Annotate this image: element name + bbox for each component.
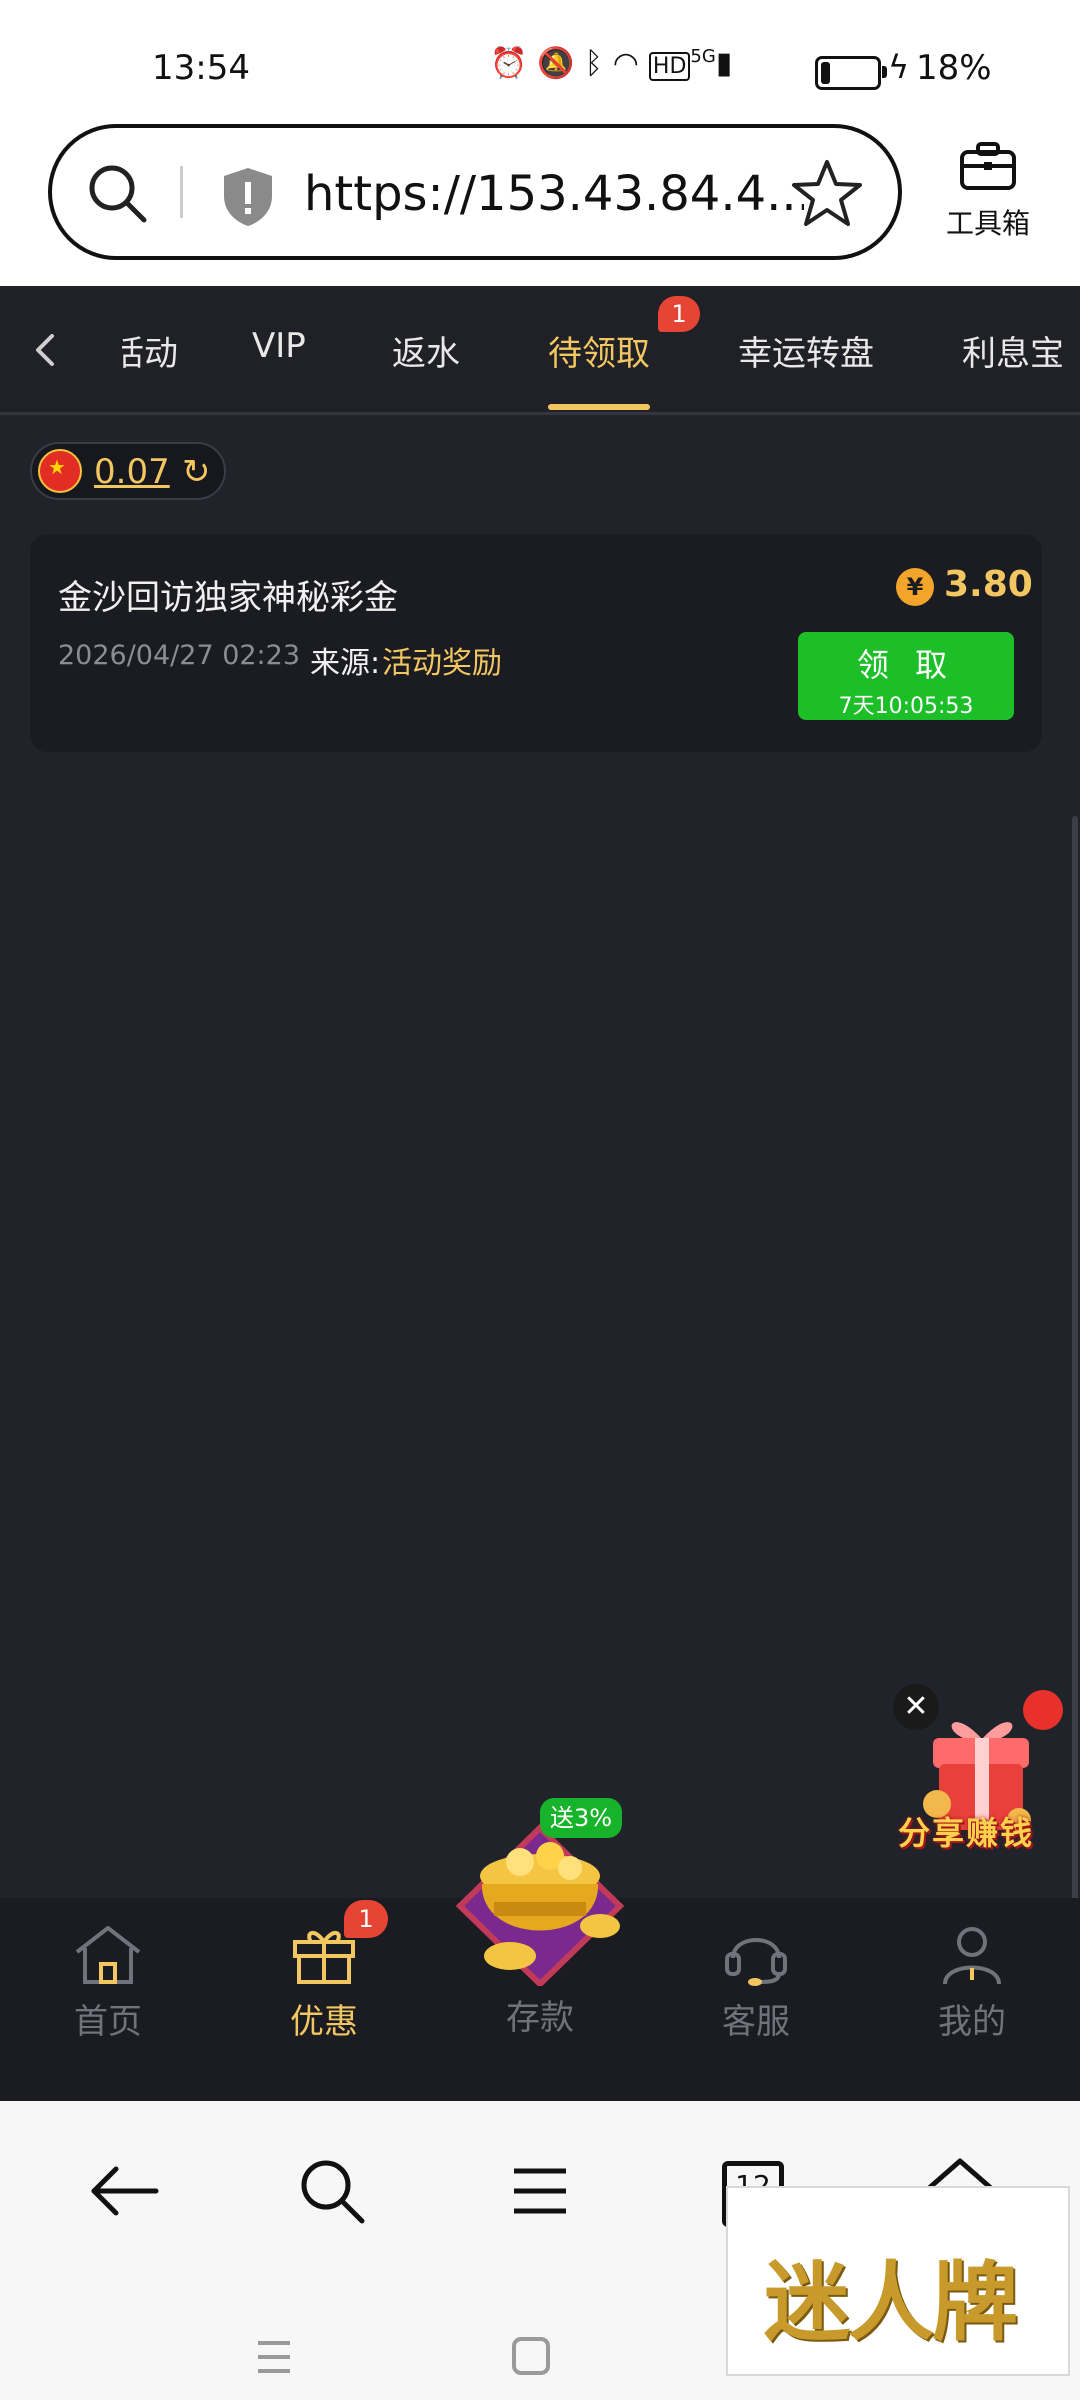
hd-icon: HD bbox=[648, 52, 691, 81]
nav-profile[interactable]: 我的 bbox=[892, 1922, 1052, 2043]
tab-badge: 1 bbox=[658, 296, 700, 332]
address-bar[interactable]: https://153.43.84.4... bbox=[48, 124, 902, 260]
shield-icon[interactable] bbox=[220, 166, 276, 228]
tab-pending-claim[interactable]: 待领取 bbox=[548, 326, 650, 375]
search-icon[interactable] bbox=[292, 2151, 372, 2231]
toolbox-icon bbox=[960, 142, 1016, 190]
nav-promotions[interactable]: 优惠 bbox=[244, 1922, 404, 2043]
active-tab-indicator bbox=[548, 404, 650, 410]
watermark-text: 迷人牌 bbox=[764, 2252, 1018, 2353]
search-icon[interactable] bbox=[82, 158, 152, 228]
nav-support-label: 客服 bbox=[722, 2002, 790, 2042]
coin-icon: ¥ bbox=[896, 568, 934, 606]
tab-interest[interactable]: 利息宝 bbox=[962, 326, 1064, 375]
headset-icon bbox=[725, 1938, 787, 1986]
alarm-icon: ⏰ bbox=[490, 46, 538, 81]
watermark-logo: 迷人牌 bbox=[726, 2186, 1070, 2376]
claim-countdown: 7天10:05:53 bbox=[838, 694, 974, 719]
china-flag-icon: ★ bbox=[38, 449, 82, 493]
network-label: 5G bbox=[690, 46, 716, 67]
recent-apps-icon[interactable] bbox=[234, 2317, 314, 2397]
balance-amount[interactable]: 0.07 bbox=[94, 452, 170, 492]
tab-rebate[interactable]: 返水 bbox=[392, 326, 460, 375]
back-arrow-icon[interactable] bbox=[84, 2151, 164, 2231]
nav-home-label: 首页 bbox=[74, 2002, 142, 2042]
bookmark-star-icon[interactable] bbox=[790, 156, 864, 230]
refresh-icon[interactable]: ↻ bbox=[182, 452, 211, 492]
claim-button[interactable]: 领 取 7天10:05:53 bbox=[798, 632, 1014, 720]
share-earn-label[interactable]: 分享赚钱 bbox=[898, 1808, 1034, 1854]
status-bar: 13:54 ⏰🔕ᛒ◠ HD 5G▮ ϟ 18% bbox=[0, 0, 1080, 120]
charging-icon: ϟ bbox=[888, 48, 910, 86]
reward-source-label: 来源: bbox=[310, 646, 381, 681]
nav-promotions-label: 优惠 bbox=[290, 2002, 358, 2042]
browser-toolbar: https://153.43.84.4... 工具箱 bbox=[0, 120, 1080, 286]
wifi-icon: ◠ bbox=[612, 46, 649, 81]
battery-icon bbox=[815, 56, 887, 90]
mute-icon: 🔕 bbox=[537, 46, 585, 81]
toolbox-label: 工具箱 bbox=[945, 207, 1030, 240]
nav-profile-label: 我的 bbox=[938, 2002, 1006, 2042]
menu-icon[interactable] bbox=[500, 2151, 580, 2231]
nav-support[interactable]: 客服 bbox=[676, 1922, 836, 2043]
user-icon bbox=[943, 1927, 1001, 1985]
home-square-icon[interactable] bbox=[490, 2317, 570, 2397]
reward-amount: 3.80 bbox=[944, 564, 1033, 605]
status-time: 13:54 bbox=[152, 48, 250, 88]
tab-lucky-wheel[interactable]: 幸运转盘 bbox=[738, 326, 874, 375]
reward-title: 金沙回访独家神秘彩金 bbox=[58, 578, 398, 618]
category-tabs: 活动 VIP 返水 待领取 1 幸运转盘 利息宝 bbox=[0, 286, 1080, 415]
divider bbox=[180, 166, 183, 218]
home-icon bbox=[75, 1926, 141, 1984]
tab-vip[interactable]: VIP bbox=[252, 326, 306, 366]
reward-source-value: 活动奖励 bbox=[382, 646, 502, 681]
nav-deposit-label: 存款 bbox=[506, 1998, 574, 2038]
url-text[interactable]: https://153.43.84.4... bbox=[304, 166, 804, 222]
tab-activity[interactable]: 活动 bbox=[122, 326, 178, 375]
balance-pill[interactable]: ★ 0.07 ↻ bbox=[30, 442, 226, 500]
signal-icon: ▮ bbox=[715, 46, 743, 81]
deposit-bonus-tag: 送3% bbox=[540, 1798, 622, 1838]
nav-home[interactable]: 首页 bbox=[28, 1922, 188, 2043]
claim-label: 领 取 bbox=[856, 646, 956, 684]
toolbox-button[interactable]: 工具箱 bbox=[928, 140, 1048, 242]
reward-date: 2026/04/27 02:23 bbox=[58, 640, 301, 671]
chevron-left-icon[interactable] bbox=[30, 330, 60, 370]
bluetooth-icon: ᛒ bbox=[584, 46, 613, 81]
status-icons: ⏰🔕ᛒ◠ HD 5G▮ bbox=[490, 46, 742, 81]
battery-percent: 18% bbox=[916, 48, 992, 88]
reward-card: 金沙回访独家神秘彩金 2026/04/27 02:23 来源: 活动奖励 ¥ 3… bbox=[30, 534, 1042, 752]
promo-badge: 1 bbox=[344, 1900, 388, 1938]
close-icon[interactable]: ✕ bbox=[893, 1684, 939, 1730]
